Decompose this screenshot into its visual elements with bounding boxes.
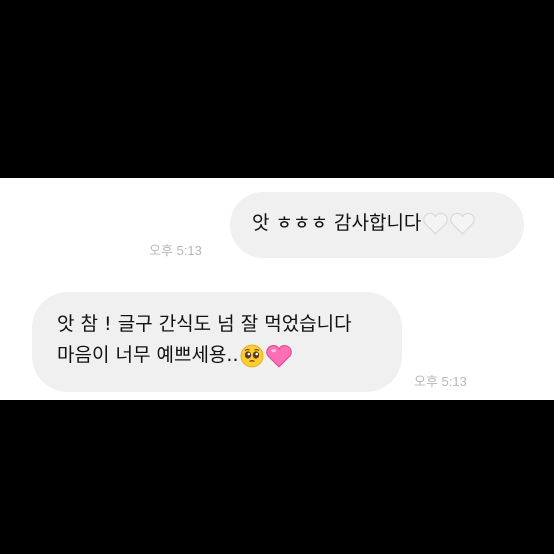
sent-message-text: 앗 ㅎㅎㅎ 감사합니다 — [252, 212, 422, 234]
white-heart-icon — [450, 212, 476, 235]
received-message-timestamp: 오후 5:13 — [414, 374, 467, 389]
received-message-line-2-row: 마음이 너무 예쁘세용.. — [57, 340, 402, 371]
white-heart-icon — [423, 212, 449, 235]
received-message-line-1: 앗 참 ! 글구 간식도 넘 잘 먹었습니다 — [57, 313, 352, 335]
sent-message-bubble[interactable]: 앗 ㅎㅎㅎ 감사합니다 — [230, 192, 524, 258]
screen: 앗 ㅎㅎㅎ 감사합니다 오후 5:13 앗 참 ! 글구 간식도 넘 잘 먹었습… — [0, 0, 554, 554]
pink-heart-icon — [266, 344, 293, 368]
received-message-line-2: 마음이 너무 예쁘세용.. — [57, 344, 239, 366]
received-message-bubble[interactable]: 앗 참 ! 글구 간식도 넘 잘 먹었습니다 마음이 너무 예쁘세용.. — [32, 292, 402, 392]
pleading-face-icon — [240, 344, 264, 368]
chat-panel: 앗 ㅎㅎㅎ 감사합니다 오후 5:13 앗 참 ! 글구 간식도 넘 잘 먹었습… — [0, 178, 554, 400]
sent-message-timestamp: 오후 5:13 — [149, 243, 202, 258]
